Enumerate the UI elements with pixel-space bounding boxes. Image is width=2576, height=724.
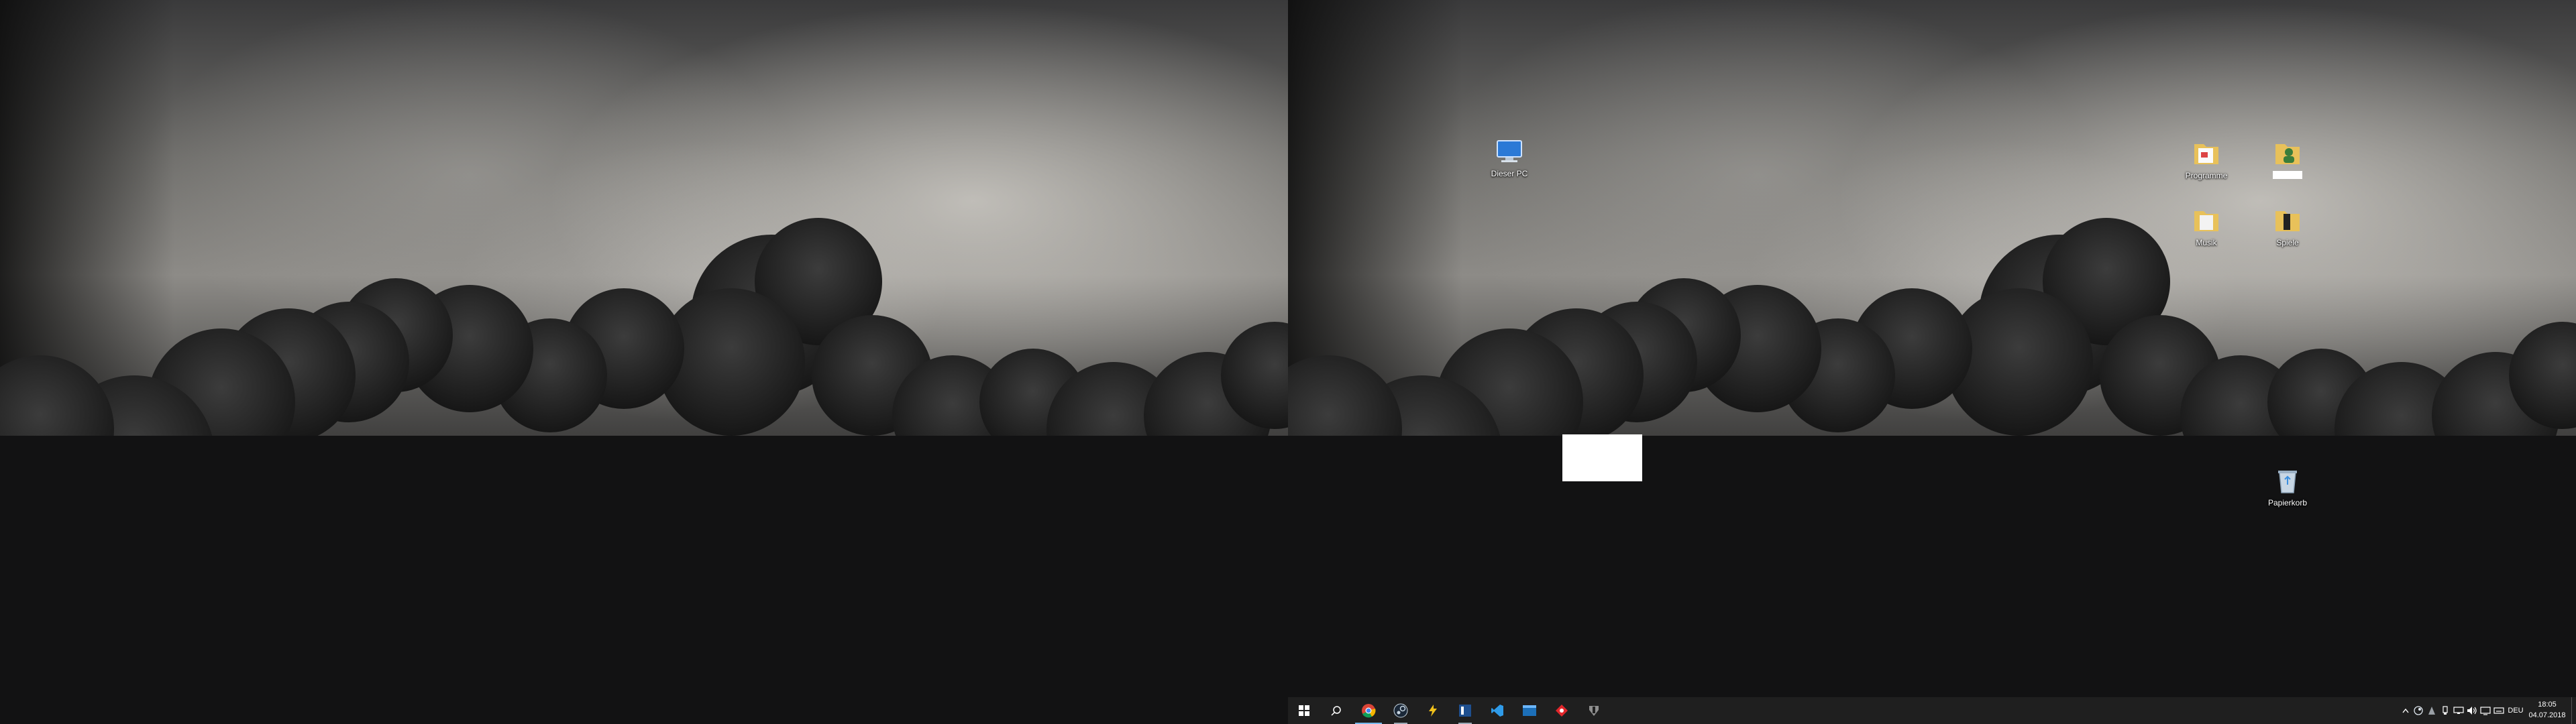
desktop-icon-spiele[interactable]: Spiele: [2257, 204, 2318, 247]
start-button[interactable]: [1288, 697, 1320, 724]
windows-icon: [1299, 705, 1309, 716]
chrome-icon: [1362, 704, 1376, 718]
folder-icon: [2275, 211, 2300, 231]
code-icon: [1491, 705, 1503, 717]
desktop-icon-label: Papierkorb: [2267, 498, 2308, 507]
desktop-icon-label: Musik: [2196, 238, 2217, 247]
storm-clouds: [0, 218, 1288, 724]
display-icon: [2480, 707, 2491, 715]
square-app-icon: [1459, 705, 1471, 717]
storm-clouds: [1288, 218, 2576, 697]
tray-app[interactable]: [2426, 697, 2438, 724]
red-diamond-icon: [1556, 705, 1568, 717]
tray-steam[interactable]: [2412, 697, 2424, 724]
desktop-icon-dieser-pc[interactable]: Dieser PC: [1479, 135, 1540, 178]
taskbar: DEU 18:05 04.07.2018: [1288, 697, 2576, 724]
tray-display[interactable]: [2479, 697, 2491, 724]
folder-icon: [2194, 144, 2218, 164]
computer-icon: [1497, 140, 1522, 162]
folder-icon: [2194, 211, 2218, 231]
left-monitor-desktop: [0, 0, 1288, 724]
window-app-icon: [1523, 705, 1536, 716]
tray-usb[interactable]: [2439, 697, 2451, 724]
user-folder-icon: [2275, 144, 2300, 164]
show-desktop-button[interactable]: [2571, 697, 2576, 724]
desktop-icon-papierkorb[interactable]: Papierkorb: [2257, 465, 2318, 507]
steam-tray-icon: [2414, 706, 2423, 715]
clock[interactable]: 18:05 04.07.2018: [2528, 699, 2567, 721]
clock-time: 18:05: [2538, 701, 2557, 709]
taskbar-blue-app-2[interactable]: [1513, 697, 1546, 724]
tray-volume[interactable]: [2466, 697, 2478, 724]
tray-network[interactable]: [2453, 697, 2465, 724]
desktop-icon-label-redacted: [2273, 171, 2302, 179]
right-monitor-desktop: Dieser PC Programme Musik Spiele Papierk…: [1288, 0, 2576, 724]
tray-overflow-button[interactable]: [2400, 697, 2411, 724]
search-button[interactable]: [1320, 697, 1352, 724]
taskbar-vs-code[interactable]: [1481, 697, 1513, 724]
taskbar-chrome[interactable]: [1352, 697, 1385, 724]
tray-app-icon: [2428, 707, 2435, 715]
tray-language[interactable]: DEU: [2506, 697, 2525, 724]
usb-icon: [2443, 706, 2448, 715]
emblem-icon: [1589, 706, 1599, 716]
desktop-icon-label: Spiele: [2276, 238, 2299, 247]
desktop-icon-user-folder[interactable]: [2257, 137, 2318, 179]
lightning-icon: [1429, 705, 1437, 717]
taskbar-lightning-app[interactable]: [1417, 697, 1449, 724]
recycle-bin-icon: [2278, 471, 2297, 493]
search-icon: [1331, 706, 1341, 716]
taskbar-steam[interactable]: [1385, 697, 1417, 724]
keyboard-icon: [2493, 707, 2504, 714]
desktop-icon-label: Dieser PC: [1491, 169, 1528, 178]
chevron-up-icon: [2402, 708, 2409, 713]
language-indicator: DEU: [2508, 707, 2524, 715]
taskbar-red-app[interactable]: [1546, 697, 1578, 724]
desktop-icon-musik[interactable]: Musik: [2176, 204, 2237, 247]
network-icon: [2453, 707, 2464, 714]
tray-keyboard[interactable]: [2493, 697, 2505, 724]
steam-icon: [1393, 703, 1408, 718]
taskbar-game-app[interactable]: [1578, 697, 1610, 724]
desktop-icon-label: Programme: [2185, 171, 2228, 180]
taskbar-blue-app[interactable]: [1449, 697, 1481, 724]
redacted-region: [1562, 434, 1642, 481]
clock-date: 04.07.2018: [2528, 711, 2566, 719]
speaker-icon: [2467, 707, 2477, 715]
desktop-icon-programme[interactable]: Programme: [2176, 137, 2237, 180]
